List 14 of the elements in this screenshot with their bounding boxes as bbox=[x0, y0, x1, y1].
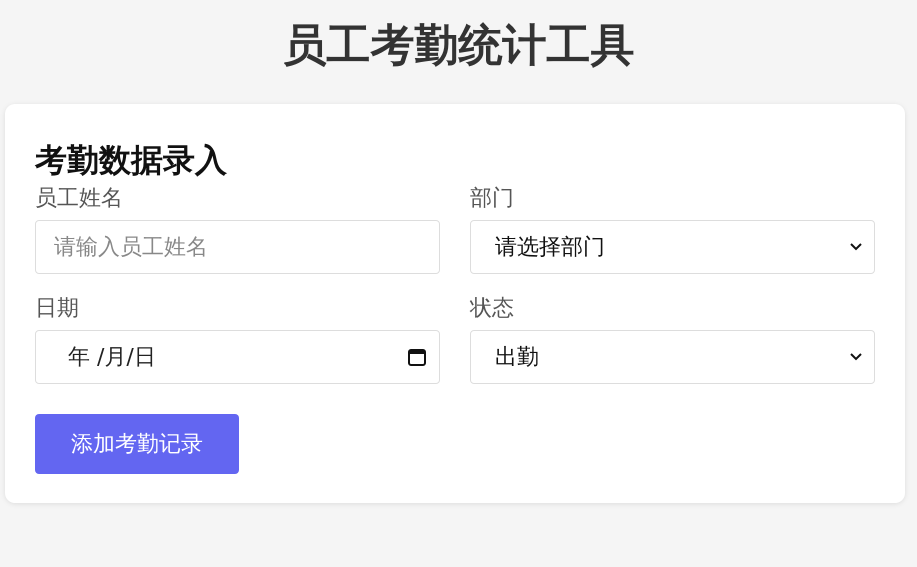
field-label: 部门 bbox=[470, 185, 515, 213]
add-record-button[interactable]: 添加考勤记录 bbox=[35, 414, 239, 474]
field-label: 员工姓名 bbox=[35, 185, 124, 213]
form-title: 考勤数据录入 bbox=[35, 140, 228, 181]
field-label: 日期 bbox=[35, 295, 80, 323]
dropdown-field[interactable]: 出勤 bbox=[470, 330, 875, 384]
field-label: 状态 bbox=[470, 295, 515, 323]
name-input-field[interactable]: 请输入员工姓名 bbox=[35, 220, 440, 274]
page-title: 员工考勤统计工具 bbox=[282, 19, 636, 73]
dropdown-field[interactable]: 请选择部门 bbox=[470, 220, 875, 274]
chevron-down-icon bbox=[850, 353, 862, 361]
date-input-field[interactable]: 年 /月/日 bbox=[35, 330, 440, 384]
chevron-down-icon bbox=[850, 243, 862, 251]
calendar-icon bbox=[407, 347, 427, 367]
